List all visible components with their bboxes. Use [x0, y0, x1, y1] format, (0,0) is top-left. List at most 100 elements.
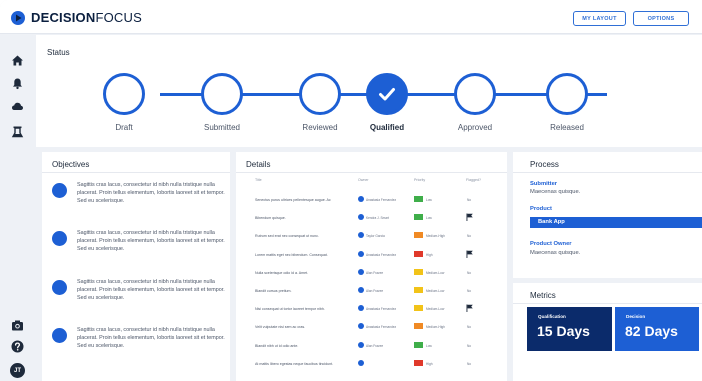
- objective-bullet-icon: [52, 328, 67, 343]
- user-icon: [358, 359, 364, 366]
- row-owner: Anastasia Fernandez: [366, 325, 397, 330]
- table-row[interactable]: Lorem mattis eget nec bibendum. Consequa…: [236, 246, 507, 264]
- app-window: DECISIONFOCUS MY LAYOUT OPTIONS JT Statu…: [0, 0, 702, 381]
- user-avatar[interactable]: JT: [10, 363, 25, 378]
- column-header-title[interactable]: Title: [255, 178, 262, 182]
- user-icon: [358, 305, 364, 312]
- column-header-flagged[interactable]: Flagged?: [466, 178, 481, 182]
- checkmark-icon: [379, 88, 395, 101]
- row-title: Senectus purus ultrices pellentesque aug…: [255, 198, 331, 202]
- options-button[interactable]: OPTIONS: [633, 11, 689, 26]
- objective-item[interactable]: Sagittis cras lacus, consectetur id nibh…: [52, 229, 228, 259]
- objective-item[interactable]: Sagittis cras lacus, consectetur id nibh…: [52, 278, 228, 308]
- row-owner: Anastasia Fernandez: [366, 252, 397, 257]
- user-icon: [358, 196, 364, 202]
- my-layout-button[interactable]: MY LAYOUT: [573, 11, 626, 26]
- cloud-icon[interactable]: [11, 100, 24, 113]
- row-flagged-no[interactable]: No: [467, 362, 471, 366]
- metrics-title: Metrics: [530, 291, 556, 300]
- flag-icon[interactable]: [466, 304, 473, 313]
- table-row[interactable]: Velit vulputate nisi sem ac cras. Anastas…: [236, 318, 507, 336]
- step-reviewed[interactable]: [299, 73, 341, 115]
- details-card: Details Title Owner Priority Flagged? Se…: [236, 152, 507, 381]
- qualification-metric-tile[interactable]: Qualification 15 Days: [527, 307, 612, 351]
- status-title: Status: [47, 48, 70, 57]
- row-title: Blandit cursus pretium.: [255, 289, 292, 293]
- table-row[interactable]: Senectus purus ultrices pellentesque aug…: [236, 191, 507, 209]
- objective-bullet-icon: [52, 280, 67, 295]
- row-owner: Alan Frazee: [366, 343, 384, 348]
- row-title: At mattis libero egestas neque faucibus …: [255, 361, 334, 366]
- bell-icon[interactable]: [11, 77, 24, 90]
- flag-icon[interactable]: [466, 250, 473, 258]
- row-title: Rutrum sed erat nec consequat ut nunc.: [255, 234, 319, 239]
- logo[interactable]: DECISIONFOCUS: [11, 10, 142, 25]
- objective-text: Sagittis cras lacus, consectetur id nibh…: [77, 327, 225, 349]
- objective-text: Sagittis cras lacus, consectetur id nibh…: [77, 182, 225, 204]
- status-panel: Status Draft Submitted Reviewed Qualifie…: [36, 35, 702, 147]
- decision-metric-tile[interactable]: Decision 82 Days: [615, 307, 699, 351]
- row-flagged-no[interactable]: No: [467, 234, 471, 238]
- row-flagged-no[interactable]: No: [467, 198, 471, 202]
- step-qualified[interactable]: [366, 73, 408, 115]
- step-draft[interactable]: [103, 73, 145, 115]
- help-icon[interactable]: [11, 340, 24, 353]
- process-title: Process: [530, 160, 559, 169]
- objective-text: Sagittis cras lacus, consectetur id nibh…: [77, 230, 225, 252]
- user-icon: [358, 268, 364, 275]
- objective-text: Sagittis cras lacus, consectetur id nibh…: [77, 279, 225, 301]
- step-label-draft: Draft: [115, 123, 133, 132]
- submitter-value: Maecenas quisque.: [530, 189, 581, 195]
- objectives-card: Objectives Sagittis cras lacus, consecte…: [42, 152, 230, 381]
- table-row[interactable]: Rutrum sed erat nec consequat ut nunc. Ta…: [236, 227, 507, 245]
- priority-swatch: [414, 323, 423, 330]
- flag-icon[interactable]: [466, 213, 473, 222]
- objective-item[interactable]: Sagittis cras lacus, consectetur id nibh…: [52, 326, 228, 356]
- row-title: Nisi consequat ut tortor laoreet tempor …: [255, 307, 325, 312]
- user-icon: [358, 323, 364, 330]
- table-row[interactable]: Blandit nibh ut id odio ante. Alan Frazee…: [236, 337, 507, 355]
- objective-bullet-icon: [52, 183, 67, 198]
- table-row[interactable]: Blandit cursus pretium. Alan Frazee Medium…: [236, 282, 507, 300]
- row-flagged-no[interactable]: No: [467, 325, 471, 329]
- camera-icon[interactable]: [11, 319, 24, 332]
- row-owner: Alan Frazee: [366, 270, 384, 275]
- decision-label: Decision: [626, 314, 646, 319]
- priority-swatch: [414, 232, 423, 239]
- row-flagged-no[interactable]: No: [467, 344, 471, 348]
- column-header-owner[interactable]: Owner: [358, 178, 369, 182]
- divider: [513, 303, 702, 304]
- flask-icon[interactable]: [11, 125, 24, 138]
- home-icon[interactable]: [11, 54, 24, 67]
- submitter-label: Submitter: [530, 181, 558, 187]
- step-released[interactable]: [546, 73, 588, 115]
- product-label: Product: [530, 206, 552, 212]
- user-icon: [358, 341, 364, 348]
- qualification-label: Qualification: [538, 314, 566, 319]
- metrics-card: Metrics Qualification 15 Days Decision 8…: [513, 283, 702, 381]
- row-owner: Anastasia Fernandez: [366, 198, 397, 202]
- row-owner: Alan Frazee: [366, 289, 384, 293]
- row-priority: Medium-Low: [426, 307, 445, 312]
- table-row[interactable]: Nulla scelerisque odio id a. Amet. Alan F…: [236, 264, 507, 282]
- product-value[interactable]: Bank App: [530, 217, 702, 228]
- row-priority: Low: [426, 216, 432, 221]
- user-icon: [358, 214, 364, 221]
- row-priority: Low: [426, 343, 432, 348]
- priority-swatch: [414, 214, 423, 221]
- table-row[interactable]: Nisi consequat ut tortor laoreet tempor …: [236, 300, 507, 318]
- row-flagged-no[interactable]: No: [467, 271, 471, 275]
- row-flagged-no[interactable]: No: [467, 289, 471, 293]
- step-submitted[interactable]: [201, 73, 243, 115]
- sidebar: JT: [0, 34, 36, 381]
- objective-item[interactable]: Sagittis cras lacus, consectetur id nibh…: [52, 181, 228, 211]
- row-priority: Low: [426, 198, 432, 202]
- step-approved[interactable]: [454, 73, 496, 115]
- column-header-priority[interactable]: Priority: [414, 178, 425, 182]
- priority-swatch: [414, 287, 423, 293]
- table-row[interactable]: At mattis libero egestas neque faucibus …: [236, 355, 507, 373]
- table-row[interactable]: Bibendum quisque. Kendra J. Smart Low: [236, 209, 507, 227]
- row-title: Blandit nibh ut id odio ante.: [255, 343, 299, 348]
- divider: [513, 172, 702, 173]
- row-priority: Medium-Low: [426, 289, 445, 293]
